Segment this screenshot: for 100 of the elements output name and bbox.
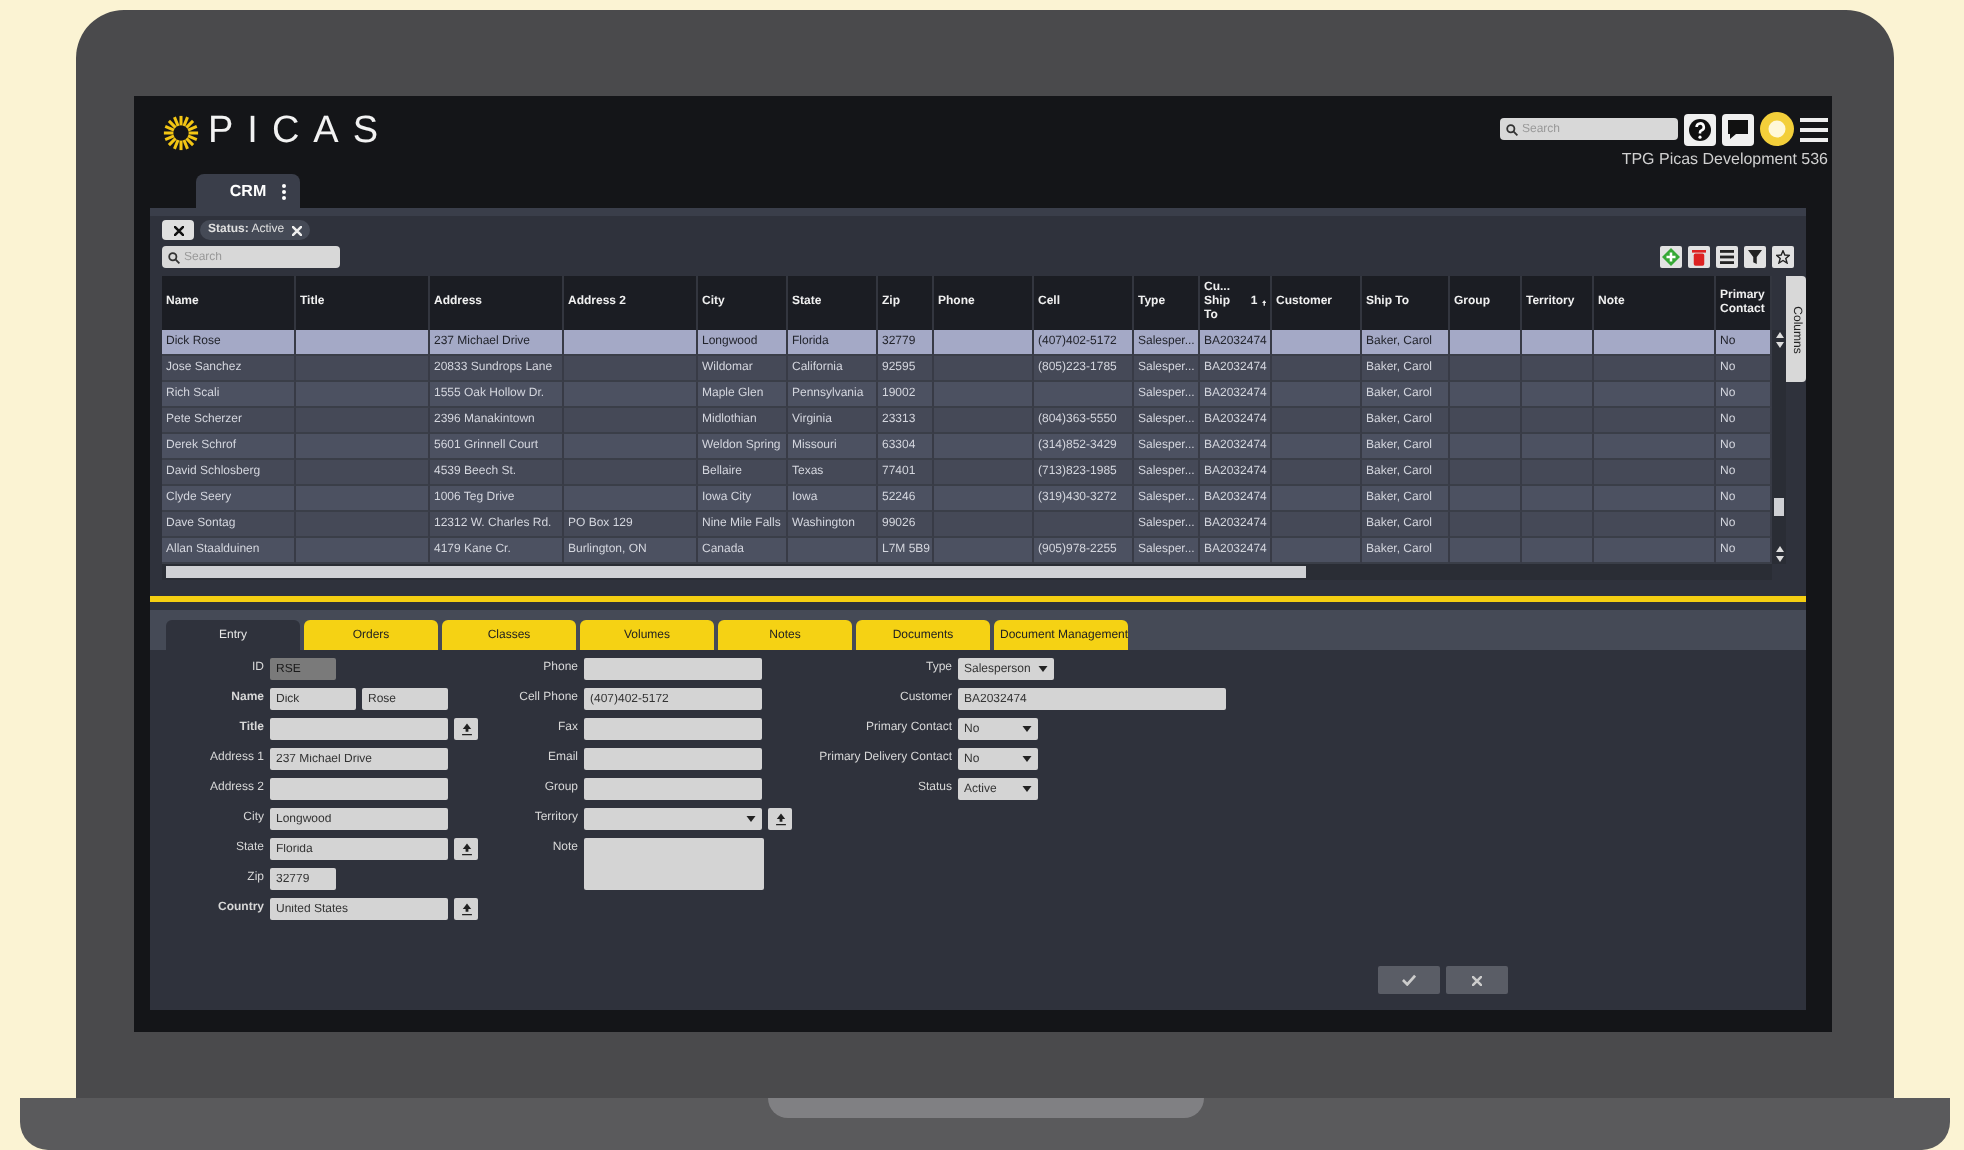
table-cell bbox=[1450, 486, 1522, 512]
lookup-button[interactable] bbox=[454, 718, 478, 740]
table-cell bbox=[1594, 486, 1716, 512]
table-cell bbox=[564, 356, 698, 382]
table-cell bbox=[1272, 434, 1362, 460]
table-cell bbox=[1272, 486, 1362, 512]
table-cell bbox=[934, 486, 1034, 512]
close-icon bbox=[292, 225, 303, 235]
caret-icon bbox=[1022, 756, 1032, 762]
table-cell bbox=[1272, 460, 1362, 486]
table-cell bbox=[1522, 538, 1594, 564]
table-cell bbox=[1450, 408, 1522, 434]
upload-icon bbox=[773, 812, 787, 826]
text-field[interactable] bbox=[584, 718, 762, 740]
clear-filters-button[interactable] bbox=[162, 220, 194, 240]
table-cell bbox=[1450, 356, 1522, 382]
table-cell bbox=[296, 460, 430, 486]
scroll-thumb[interactable] bbox=[1774, 498, 1784, 516]
table-cell bbox=[1594, 538, 1716, 564]
list-icon[interactable] bbox=[1716, 246, 1738, 268]
table-cell bbox=[564, 330, 698, 356]
text-field[interactable] bbox=[270, 718, 448, 740]
table-cell bbox=[1450, 434, 1522, 460]
scrollbar[interactable] bbox=[162, 564, 1772, 580]
caret-icon bbox=[746, 816, 756, 822]
text-field[interactable] bbox=[584, 658, 762, 680]
text-field[interactable] bbox=[584, 778, 762, 800]
table-cell bbox=[934, 408, 1034, 434]
close-icon bbox=[1472, 975, 1482, 985]
upload-icon bbox=[459, 902, 473, 916]
table-cell bbox=[1522, 382, 1594, 408]
table-cell bbox=[934, 356, 1034, 382]
help-icon[interactable] bbox=[1684, 113, 1716, 145]
table-cell bbox=[1522, 512, 1594, 538]
table-cell bbox=[296, 356, 430, 382]
module-tab-label[interactable]: CRM bbox=[229, 182, 267, 200]
text-field[interactable] bbox=[270, 778, 448, 800]
table-cell bbox=[1594, 408, 1716, 434]
table-cell bbox=[934, 512, 1034, 538]
table-cell bbox=[1594, 356, 1716, 382]
table-cell bbox=[1594, 512, 1716, 538]
table-cell bbox=[564, 382, 698, 408]
avatar-icon[interactable] bbox=[1760, 112, 1794, 146]
sort-arrow-icon bbox=[1261, 298, 1266, 308]
table-cell bbox=[934, 460, 1034, 486]
search-icon bbox=[1506, 123, 1518, 135]
table-cell bbox=[1594, 330, 1716, 356]
table-cell bbox=[296, 512, 430, 538]
table-cell bbox=[564, 434, 698, 460]
note-field[interactable] bbox=[584, 838, 764, 890]
table-cell bbox=[564, 408, 698, 434]
table-cell bbox=[1272, 382, 1362, 408]
delete-icon[interactable] bbox=[1688, 246, 1710, 268]
text-field[interactable] bbox=[584, 748, 762, 770]
table-cell bbox=[1450, 538, 1522, 564]
table-cell bbox=[1522, 434, 1594, 460]
logo-text: PICAS bbox=[208, 110, 393, 154]
scroll-arrows-icon[interactable] bbox=[1775, 546, 1783, 562]
table-cell bbox=[1450, 512, 1522, 538]
upload-icon bbox=[459, 842, 473, 856]
table-cell bbox=[1272, 356, 1362, 382]
chat-icon[interactable] bbox=[1722, 113, 1754, 145]
check-icon bbox=[1402, 974, 1416, 986]
table-cell bbox=[1450, 330, 1522, 356]
table-cell bbox=[1450, 382, 1522, 408]
table-cell bbox=[1522, 356, 1594, 382]
filter-icon[interactable] bbox=[1744, 246, 1766, 268]
table-cell bbox=[1450, 460, 1522, 486]
table-cell bbox=[934, 538, 1034, 564]
table-cell bbox=[296, 330, 430, 356]
lookup-button[interactable] bbox=[454, 898, 478, 920]
table-cell bbox=[1034, 512, 1134, 538]
table-cell bbox=[296, 538, 430, 564]
table-cell bbox=[1522, 460, 1594, 486]
save-button[interactable] bbox=[1378, 966, 1440, 994]
table-cell bbox=[296, 486, 430, 512]
menu-icon[interactable] bbox=[1800, 115, 1828, 143]
table-cell bbox=[564, 460, 698, 486]
caret-icon bbox=[1022, 726, 1032, 732]
star-icon[interactable] bbox=[1772, 246, 1794, 268]
sunburst-icon bbox=[162, 113, 200, 151]
lookup-button[interactable] bbox=[768, 808, 792, 830]
lookup-button[interactable] bbox=[454, 838, 478, 860]
add-icon[interactable] bbox=[1660, 246, 1682, 268]
table-cell bbox=[1522, 486, 1594, 512]
search-icon bbox=[168, 251, 180, 263]
table-cell bbox=[1272, 330, 1362, 356]
table-cell bbox=[1594, 382, 1716, 408]
scroll-arrows-icon[interactable] bbox=[1775, 332, 1783, 348]
more-icon[interactable] bbox=[282, 183, 287, 199]
table-cell bbox=[296, 382, 430, 408]
scrollbar[interactable] bbox=[1772, 330, 1786, 564]
table-cell bbox=[788, 538, 878, 564]
table-cell bbox=[1272, 538, 1362, 564]
upload-icon bbox=[459, 722, 473, 736]
instance-name: TPG Picas Development 536 bbox=[1621, 150, 1828, 168]
table-cell bbox=[296, 434, 430, 460]
table-cell bbox=[934, 382, 1034, 408]
table-cell bbox=[1272, 512, 1362, 538]
cancel-button[interactable] bbox=[1446, 966, 1508, 994]
